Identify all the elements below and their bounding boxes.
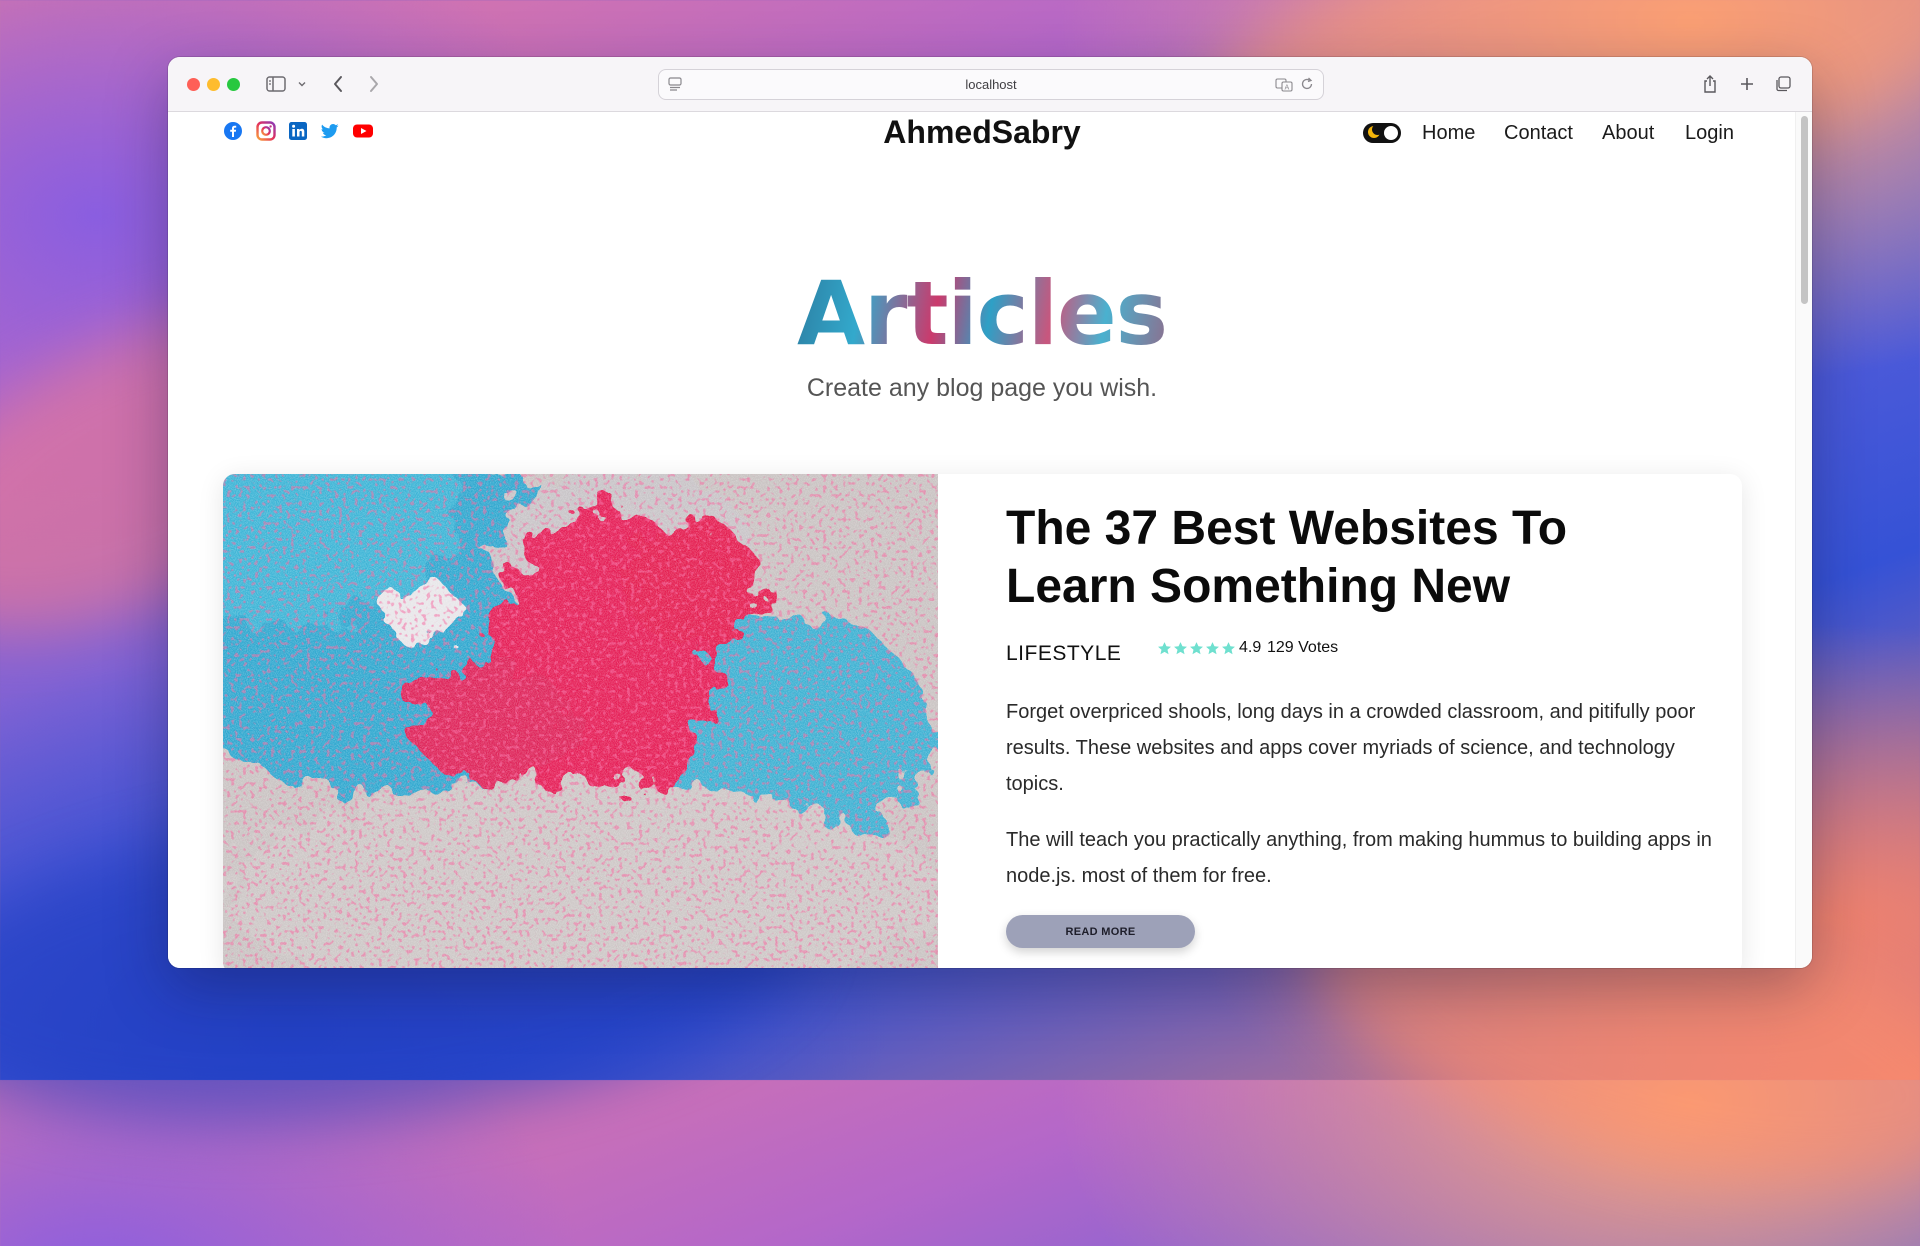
address-bar[interactable]: localhost A	[658, 69, 1324, 100]
translate-icon[interactable]: A	[1275, 77, 1293, 96]
toggle-knob	[1384, 126, 1398, 140]
star-icon	[1157, 641, 1172, 656]
nav-contact-link[interactable]: Contact	[1504, 118, 1573, 148]
article-excerpt-2: The will teach you practically anything,…	[1006, 829, 1712, 887]
page-title: Articles	[168, 259, 1796, 369]
article-rating: 4.9	[1157, 639, 1261, 657]
tab-overview-icon[interactable]	[1772, 71, 1794, 97]
star-icon	[1221, 641, 1236, 656]
page-title-text: Articles	[796, 262, 1168, 365]
linkedin-icon[interactable]	[288, 121, 308, 141]
article-card: The 37 Best Websites To Learn Something …	[223, 474, 1742, 968]
read-more-button[interactable]: READ MORE	[1006, 915, 1195, 948]
sidebar-toggle-icon[interactable]	[264, 71, 288, 97]
scrollbar[interactable]	[1795, 112, 1812, 968]
article-category: LIFESTYLE	[1006, 642, 1122, 665]
article-image	[223, 474, 938, 968]
share-icon[interactable]	[1699, 71, 1721, 97]
article-excerpt-1: Forget overpriced shools, long days in a…	[1006, 701, 1696, 795]
brand-logo[interactable]: AhmedSabry	[883, 114, 1080, 150]
scrollbar-thumb[interactable]	[1801, 116, 1808, 304]
page-subtitle: Create any blog page you wish.	[806, 374, 1158, 402]
url-text: localhost	[965, 77, 1017, 92]
forward-arrow-icon[interactable]	[364, 71, 384, 97]
moon-icon-cutout	[1372, 124, 1383, 135]
nav-about-link[interactable]: About	[1602, 118, 1654, 148]
web-page: AhmedSabry Home Contact About Login Arti…	[168, 112, 1796, 968]
rating-value: 4.9	[1239, 639, 1262, 656]
back-arrow-icon[interactable]	[328, 71, 348, 97]
nav-login-link[interactable]: Login	[1685, 118, 1734, 148]
facebook-icon[interactable]	[223, 121, 243, 141]
browser-toolbar: localhost A	[168, 57, 1812, 112]
minimize-window-button[interactable]	[207, 78, 220, 91]
browser-window: localhost A AhmedSabry Home Contact Abou…	[168, 57, 1812, 968]
chevron-down-icon[interactable]	[296, 71, 308, 97]
star-icon	[1205, 641, 1220, 656]
reload-icon[interactable]	[1299, 76, 1315, 96]
twitter-icon[interactable]	[320, 121, 340, 141]
zoom-window-button[interactable]	[227, 78, 240, 91]
votes-count: 129 Votes	[1267, 639, 1339, 656]
dark-mode-toggle[interactable]	[1363, 123, 1401, 143]
star-icon	[1173, 641, 1188, 656]
star-icon	[1189, 641, 1204, 656]
instagram-icon[interactable]	[256, 121, 276, 141]
youtube-icon[interactable]	[352, 121, 373, 141]
new-tab-icon[interactable]	[1736, 71, 1758, 97]
close-window-button[interactable]	[187, 78, 200, 91]
nav-home-link[interactable]: Home	[1422, 118, 1475, 148]
svg-text:A: A	[1285, 84, 1290, 92]
article-title[interactable]: The 37 Best Websites To Learn Something …	[1006, 500, 1706, 616]
